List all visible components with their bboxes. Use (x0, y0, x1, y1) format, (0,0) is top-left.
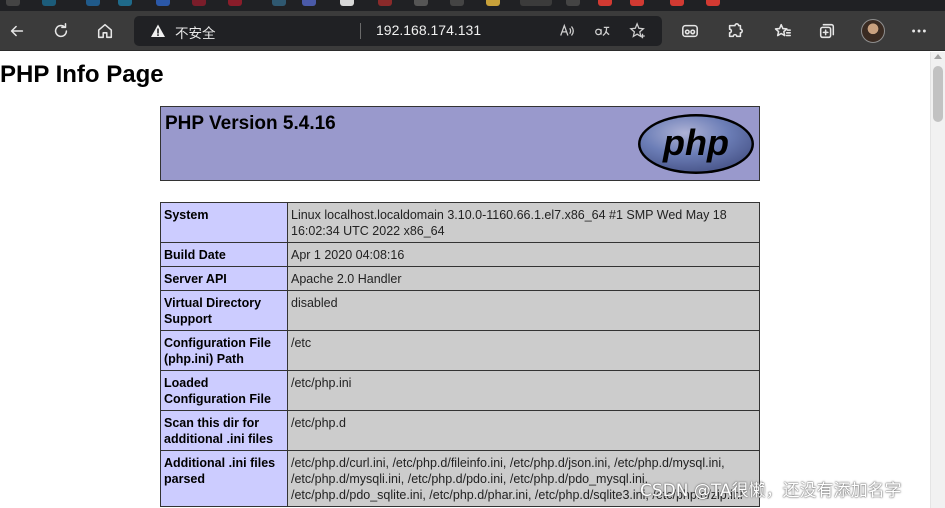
reading-view-button[interactable] (676, 17, 704, 45)
reading-view-icon (682, 24, 698, 38)
tab-favicon[interactable] (86, 0, 100, 6)
tab-favicon[interactable] (42, 0, 56, 6)
favorites-button[interactable] (769, 17, 797, 45)
tab-favicon[interactable] (706, 0, 720, 6)
row-value: /etc (287, 330, 760, 371)
read-aloud-icon[interactable] (557, 21, 577, 41)
tab-favicon[interactable] (118, 0, 132, 6)
url-text[interactable]: 192.168.174.131 (376, 22, 481, 38)
more-icon (912, 29, 926, 33)
home-icon (97, 23, 113, 39)
php-version-title: PHP Version 5.4.16 (165, 113, 336, 134)
row-value: Linux localhost.localdomain 3.10.0-1160.… (287, 202, 760, 243)
extensions-button[interactable] (721, 17, 749, 45)
row-key: Build Date (160, 242, 288, 267)
tab-favicon[interactable] (414, 0, 428, 6)
tab-favicon[interactable] (566, 0, 580, 6)
tab-favicon[interactable] (450, 0, 464, 6)
home-button[interactable] (91, 17, 119, 45)
back-arrow-icon (10, 25, 24, 37)
table-row: Configuration File (php.ini) Path/etc (160, 330, 760, 371)
row-key: System (160, 202, 288, 243)
row-key: Loaded Configuration File (160, 370, 288, 411)
table-row: Scan this dir for additional .ini files /… (160, 410, 760, 451)
php-logo[interactable]: php (637, 113, 755, 175)
scroll-thumb[interactable] (933, 66, 943, 122)
tab-favicon[interactable] (272, 0, 286, 6)
table-row: Virtual Directory Support disabled (160, 290, 760, 331)
row-key: Configuration File (php.ini) Path (160, 330, 288, 371)
address-bar[interactable]: 不安全 192.168.174.131 (134, 16, 662, 46)
add-favorite-icon[interactable] (628, 21, 648, 41)
php-logo-text: php (662, 122, 729, 163)
row-value: disabled (287, 290, 760, 331)
tab-favicon[interactable] (486, 0, 500, 6)
row-value: Apache 2.0 Handler (287, 266, 760, 291)
tab-favicon[interactable] (192, 0, 206, 6)
table-row: System Linux localhost.localdomain 3.10.0… (160, 202, 760, 243)
tab-active[interactable] (520, 0, 552, 6)
page-title: PHP Info Page (0, 61, 164, 88)
php-info-table: System Linux localhost.localdomain 3.10.0… (160, 202, 760, 507)
table-row: Server API Apache 2.0 Handler (160, 266, 760, 291)
row-value: /etc/php.d (287, 410, 760, 451)
tab-favicon[interactable] (378, 0, 392, 6)
scroll-up-arrow[interactable] (934, 54, 942, 59)
tab-favicon[interactable] (156, 0, 170, 6)
profile-avatar[interactable] (861, 19, 885, 43)
row-key: Server API (160, 266, 288, 291)
row-key: Additional .ini files parsed (160, 450, 288, 507)
table-row: Build Date Apr 1 2020 04:08:16 (160, 242, 760, 267)
row-key: Scan this dir for additional .ini files (160, 410, 288, 451)
page-viewport: PHP Info Page PHP Version 5.4.16 php Sys… (0, 52, 930, 508)
extensions-icon (728, 23, 743, 38)
table-row: Loaded Configuration File/etc/php.ini (160, 370, 760, 411)
favorites-icon (774, 23, 791, 37)
tab-favicon[interactable] (340, 0, 354, 6)
warning-icon[interactable] (150, 23, 166, 39)
tab-strip (0, 0, 945, 11)
collections-icon (819, 23, 835, 39)
security-label[interactable]: 不安全 (175, 22, 216, 42)
tab-favicon[interactable] (630, 0, 644, 6)
more-button[interactable] (905, 17, 933, 45)
translate-icon[interactable] (592, 21, 612, 41)
csdn-watermark: CSDN @TA很懒，还没有添加名字 (640, 481, 902, 501)
collections-button[interactable] (813, 17, 841, 45)
refresh-icon (54, 23, 68, 38)
vertical-scrollbar[interactable] (930, 52, 945, 508)
tab-favicon[interactable] (228, 0, 242, 6)
php-version-header: PHP Version 5.4.16 php (160, 106, 760, 181)
tab-favicon[interactable] (6, 0, 20, 6)
back-button[interactable] (3, 17, 31, 45)
address-divider (360, 23, 361, 39)
row-value: Apr 1 2020 04:08:16 (287, 242, 760, 267)
tab-favicon[interactable] (302, 0, 316, 6)
tab-favicon[interactable] (670, 0, 684, 6)
refresh-button[interactable] (47, 17, 75, 45)
row-key: Virtual Directory Support (160, 290, 288, 331)
tab-favicon[interactable] (598, 0, 612, 6)
browser-toolbar: 不安全 192.168.174.131 (0, 11, 945, 51)
row-value: /etc/php.ini (287, 370, 760, 411)
